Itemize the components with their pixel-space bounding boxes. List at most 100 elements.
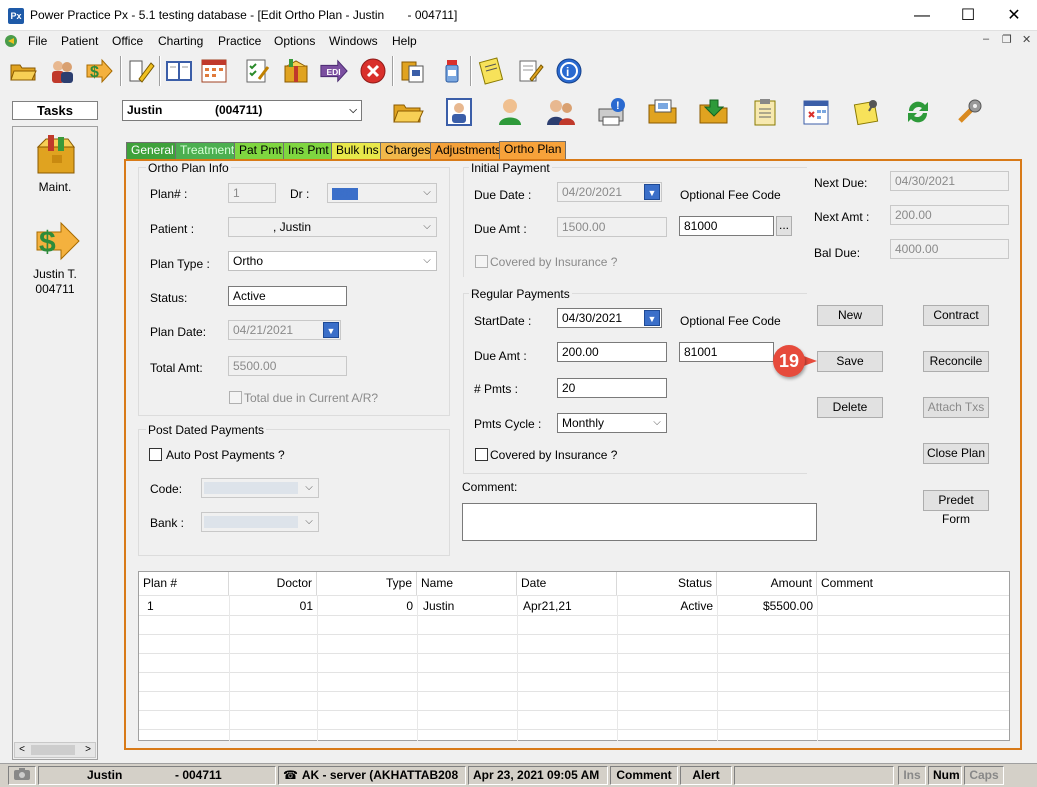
column-header-plan[interactable]: Plan # xyxy=(139,572,229,595)
reconcile-button[interactable]: Reconcile xyxy=(923,351,989,372)
menu-file[interactable]: File xyxy=(28,34,47,48)
tools-wrench-icon[interactable] xyxy=(953,96,985,128)
scroll-right-icon[interactable]: > xyxy=(81,743,95,757)
mdi-restore-button[interactable]: ❐ xyxy=(1002,33,1012,46)
clipboard-icon[interactable] xyxy=(749,96,781,128)
doctor-select[interactable]: 001 ⌵ xyxy=(327,183,437,203)
edi-icon[interactable]: EDI xyxy=(319,55,349,87)
medicine-bottle-icon[interactable] xyxy=(437,55,467,87)
scroll-thumb[interactable] xyxy=(31,745,75,755)
calendar-dropdown-icon[interactable]: ▼ xyxy=(323,322,339,338)
chevron-down-icon[interactable]: ⌵ xyxy=(349,101,357,120)
close-plan-button[interactable]: Close Plan xyxy=(923,443,989,464)
comment-textarea[interactable] xyxy=(462,503,817,541)
plan-date-field[interactable]: 04/21/2021 ▼ xyxy=(228,320,341,340)
chevron-down-icon[interactable]: ⌵ xyxy=(300,479,318,497)
gift-box-icon[interactable] xyxy=(281,55,311,87)
write-note-icon[interactable] xyxy=(515,55,545,87)
checklist-icon[interactable] xyxy=(242,55,272,87)
sticky-note-icon[interactable] xyxy=(851,96,883,128)
maintenance-box-icon[interactable] xyxy=(34,131,80,177)
tab-pat-pmt[interactable]: Pat Pmt xyxy=(234,142,287,159)
calendar-dropdown-icon[interactable]: ▼ xyxy=(644,310,660,326)
chevron-down-icon[interactable]: ⌵ xyxy=(300,513,318,531)
menu-help[interactable]: Help xyxy=(392,34,417,48)
patient-select[interactable]: Justin (004711) ⌵ xyxy=(122,100,362,121)
attach-txs-button[interactable]: Attach Txs xyxy=(923,397,989,418)
schedule-calendar-icon[interactable] xyxy=(800,96,832,128)
folder-download-icon[interactable] xyxy=(698,96,730,128)
tab-adjustments[interactable]: Adjustments xyxy=(430,142,507,159)
column-header-doctor[interactable]: Doctor xyxy=(229,572,317,595)
column-header-comment[interactable]: Comment xyxy=(817,572,1009,595)
refresh-icon[interactable] xyxy=(902,96,934,128)
regular-covered-checkbox[interactable] xyxy=(475,448,488,461)
pmts-cycle-select[interactable]: Monthly ⌵ xyxy=(557,413,667,433)
camera-icon[interactable] xyxy=(8,766,36,785)
column-header-type[interactable]: Type xyxy=(317,572,417,595)
start-date-field[interactable]: 04/30/2021 ▼ xyxy=(557,308,662,328)
total-due-checkbox[interactable] xyxy=(229,391,242,404)
notepad-hand-icon[interactable] xyxy=(476,55,506,87)
status-comment[interactable]: Comment xyxy=(610,766,678,785)
column-header-date[interactable]: Date xyxy=(517,572,617,595)
app-menu-icon[interactable] xyxy=(4,33,20,49)
menu-office[interactable]: Office xyxy=(112,34,143,48)
tab-bulk-ins[interactable]: Bulk Ins xyxy=(331,142,384,159)
edit-pencil-icon[interactable] xyxy=(126,55,156,87)
code-select[interactable]: ⌵ xyxy=(201,478,319,498)
tasks-horizontal-scrollbar[interactable]: < > xyxy=(14,742,96,758)
documents-icon[interactable] xyxy=(398,55,428,87)
menu-options[interactable]: Options xyxy=(274,34,315,48)
tab-charges[interactable]: Charges xyxy=(380,142,436,159)
status-input[interactable]: Active xyxy=(228,286,347,306)
calendar-dropdown-icon[interactable]: ▼ xyxy=(644,184,660,200)
patient-payment-task-icon[interactable]: $ xyxy=(33,218,81,264)
help-info-icon[interactable]: i xyxy=(554,55,584,87)
open-chart-folder-icon[interactable] xyxy=(392,96,424,128)
tab-treatment[interactable]: Treatment xyxy=(175,142,240,159)
initial-fee-code-lookup-button[interactable]: ... xyxy=(776,216,792,236)
print-alert-icon[interactable]: ! xyxy=(596,96,628,128)
task-patient-label[interactable]: Justin T. xyxy=(12,267,98,281)
initial-fee-code-input[interactable]: 81000 xyxy=(679,216,774,236)
initial-covered-checkbox[interactable] xyxy=(475,255,488,268)
delete-button[interactable]: Delete xyxy=(817,397,883,418)
column-header-status[interactable]: Status xyxy=(617,572,717,595)
column-header-amount[interactable]: Amount xyxy=(717,572,817,595)
maximize-button[interactable]: ☐ xyxy=(945,0,991,31)
family-group-icon[interactable] xyxy=(545,96,577,128)
plan-type-select[interactable]: Ortho ⌵ xyxy=(228,251,437,271)
book-icon[interactable] xyxy=(164,55,194,87)
chevron-down-icon[interactable]: ⌵ xyxy=(418,218,436,236)
chevron-down-icon[interactable]: ⌵ xyxy=(418,184,436,202)
regular-due-amt-input[interactable]: 200.00 xyxy=(557,342,667,362)
patients-icon[interactable] xyxy=(47,55,77,87)
new-button[interactable]: New xyxy=(817,305,883,326)
contract-button[interactable]: Contract xyxy=(923,305,989,326)
tab-general[interactable]: General xyxy=(126,142,179,159)
mdi-close-button[interactable]: ✕ xyxy=(1022,33,1031,46)
calendar-grid-icon[interactable] xyxy=(199,55,229,87)
patient-select-field[interactable]: , Justin ⌵ xyxy=(228,217,437,237)
menu-windows[interactable]: Windows xyxy=(329,34,378,48)
save-button[interactable]: Save xyxy=(817,351,883,372)
regular-fee-code-input[interactable]: 81001 xyxy=(679,342,774,362)
predet-form-button[interactable]: Predet Form xyxy=(923,490,989,526)
chevron-down-icon[interactable]: ⌵ xyxy=(648,414,666,432)
tab-ins-pmt[interactable]: Ins Pmt xyxy=(283,142,334,159)
patient-photo-icon[interactable] xyxy=(443,96,475,128)
patient-person-icon[interactable] xyxy=(494,96,526,128)
num-pmts-input[interactable]: 20 xyxy=(557,378,667,398)
menu-patient[interactable]: Patient xyxy=(61,34,98,48)
chevron-down-icon[interactable]: ⌵ xyxy=(418,252,436,270)
payment-arrow-icon[interactable]: $ xyxy=(84,55,114,87)
open-folder-icon[interactable] xyxy=(8,55,38,87)
cancel-x-icon[interactable] xyxy=(358,55,388,87)
task-maint-label[interactable]: Maint. xyxy=(12,180,98,194)
folder-scan-icon[interactable] xyxy=(647,96,679,128)
minimize-button[interactable]: — xyxy=(899,0,945,31)
bank-select[interactable]: ⌵ xyxy=(201,512,319,532)
tab-ortho-plan[interactable]: Ortho Plan xyxy=(499,141,567,160)
close-window-button[interactable]: ✕ xyxy=(991,0,1037,31)
